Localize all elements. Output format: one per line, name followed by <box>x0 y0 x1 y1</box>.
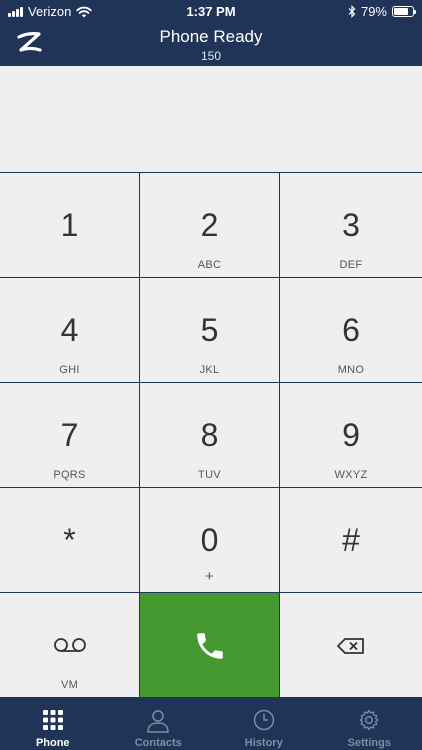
tab-settings[interactable]: Settings <box>317 700 422 750</box>
voicemail-button[interactable]: VM <box>0 593 139 697</box>
key-letters: ABC <box>197 259 222 271</box>
dial-keypad: 1 2 ABC 3 DEF 4 GHI 5 JKL 6 MNO 7 PQRS 8… <box>0 173 422 699</box>
key-7[interactable]: 7 PQRS <box>0 383 139 487</box>
clock-icon <box>253 709 274 731</box>
status-right: 79% <box>348 4 416 19</box>
bluetooth-icon <box>348 5 356 18</box>
tab-history[interactable]: History <box>211 700 317 750</box>
voicemail-label: VM <box>60 679 79 691</box>
call-button[interactable] <box>140 593 279 697</box>
key-digit: # <box>342 522 360 558</box>
voicemail-icon <box>53 638 86 652</box>
key-9[interactable]: 9 WXYZ <box>280 383 422 487</box>
tab-phone[interactable]: Phone <box>0 700 106 750</box>
tab-label: Contacts <box>134 737 182 749</box>
key-letters: WXYZ <box>334 469 368 481</box>
key-digit: 4 <box>60 312 79 348</box>
backspace-icon <box>337 638 364 654</box>
key-digit: 7 <box>60 417 79 453</box>
gear-icon <box>359 709 379 731</box>
key-5[interactable]: 5 JKL <box>140 278 279 382</box>
key-2[interactable]: 2 ABC <box>140 173 279 277</box>
key-letters: JKL <box>199 364 220 376</box>
phone-icon <box>196 633 223 659</box>
key-digit: * <box>63 522 76 558</box>
tab-label: Phone <box>35 737 70 749</box>
key-4[interactable]: 4 GHI <box>0 278 139 382</box>
key-digit: 2 <box>200 207 219 243</box>
key-6[interactable]: 6 MNO <box>280 278 422 382</box>
key-digit: 1 <box>60 207 79 243</box>
key-letters: + <box>204 568 215 585</box>
key-digit: 5 <box>200 312 219 348</box>
dialed-number-display <box>0 66 422 173</box>
tab-label: Settings <box>347 737 391 749</box>
battery-percent: 79% <box>360 4 387 19</box>
extension-number: 150 <box>200 49 222 63</box>
key-8[interactable]: 8 TUV <box>140 383 279 487</box>
tab-bar: Phone Contacts History Settings <box>0 700 422 750</box>
tab-label: History <box>244 737 283 749</box>
status-bar: Verizon 1:37 PM 79% <box>0 0 422 22</box>
key-letters: GHI <box>59 364 80 376</box>
key-digit: 8 <box>200 417 219 453</box>
key-digit: 9 <box>342 417 360 453</box>
key-letters: PQRS <box>53 469 86 481</box>
key-digit: 0 <box>200 522 219 558</box>
key-3[interactable]: 3 DEF <box>280 173 422 277</box>
key-0[interactable]: 0 + <box>140 488 279 592</box>
tab-contacts[interactable]: Contacts <box>106 700 212 750</box>
key-letters: MNO <box>337 364 365 376</box>
key-letters: TUV <box>198 469 221 481</box>
app-header: Verizon 1:37 PM 79% Phone Ready 150 <box>0 0 422 66</box>
key-letters: DEF <box>339 259 363 271</box>
key-digit: 3 <box>342 207 360 243</box>
key-digit: 6 <box>342 312 360 348</box>
key-star[interactable]: * <box>0 488 139 592</box>
contacts-icon <box>147 710 170 733</box>
page-title: Phone Ready <box>159 27 263 46</box>
backspace-button[interactable] <box>280 593 422 697</box>
battery-icon <box>392 6 416 17</box>
key-1[interactable]: 1 <box>0 173 139 277</box>
key-hash[interactable]: # <box>280 488 422 592</box>
keypad-icon <box>42 710 63 730</box>
